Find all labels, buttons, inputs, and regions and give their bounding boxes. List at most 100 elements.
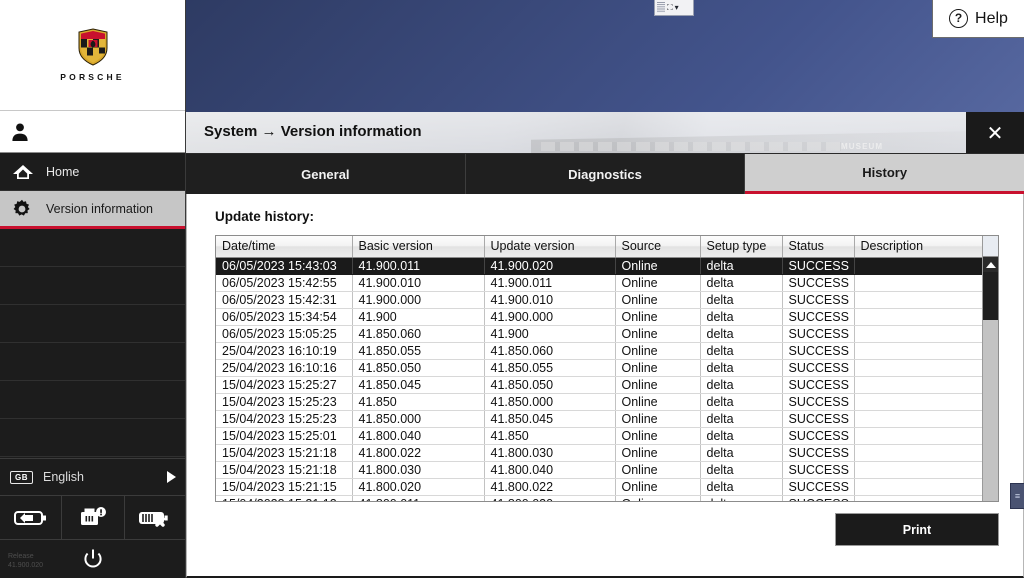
power-button[interactable] bbox=[0, 540, 186, 578]
table-row[interactable]: 06/05/2023 15:43:0341.900.01141.900.020O… bbox=[216, 257, 984, 274]
table-column-header[interactable]: Status bbox=[782, 236, 854, 257]
sidebar-blank-row bbox=[0, 343, 185, 381]
table-cell: 41.850 bbox=[352, 393, 484, 410]
table-row[interactable]: 15/04/2023 15:25:2341.85041.850.000Onlin… bbox=[216, 393, 984, 410]
tab-diagnostics[interactable]: Diagnostics bbox=[466, 154, 746, 194]
table-cell: 41.850.060 bbox=[352, 325, 484, 342]
country-code-badge: GB bbox=[10, 471, 33, 484]
table-row[interactable]: 15/04/2023 15:25:2741.850.04541.850.050O… bbox=[216, 376, 984, 393]
sidebar: PORSCHE Home Ve bbox=[0, 0, 186, 578]
table-cell: 41.900.011 bbox=[484, 274, 615, 291]
edge-tab-handle[interactable]: ≡ bbox=[1010, 483, 1024, 509]
scroll-up-button[interactable] bbox=[983, 257, 998, 272]
table-row[interactable]: 15/04/2023 15:21:1241.800.01141.800.020O… bbox=[216, 495, 984, 502]
close-icon[interactable]: ✕ bbox=[966, 112, 1024, 154]
sidebar-item-home-label: Home bbox=[46, 165, 79, 179]
screen: ⛶ ▾ ? Help ≡ PORSCHE bbox=[0, 0, 1024, 578]
table-row[interactable]: 06/05/2023 15:42:3141.900.00041.900.010O… bbox=[216, 291, 984, 308]
table-column-header[interactable]: Description bbox=[854, 236, 984, 257]
battery-status-icon bbox=[14, 509, 48, 527]
application-window: MUSEUM System → Version information ✕ Ge… bbox=[186, 112, 1024, 578]
sidebar-item-version-information-label: Version information bbox=[46, 202, 153, 216]
table-header-row: Date/timeBasic versionUpdate versionSour… bbox=[216, 236, 984, 257]
expand-icon[interactable]: ⛶ bbox=[667, 4, 673, 12]
network-status-button[interactable] bbox=[62, 496, 124, 539]
sidebar-blank-row bbox=[0, 381, 185, 419]
user-row[interactable] bbox=[0, 111, 185, 153]
scrollbar-thumb[interactable] bbox=[983, 272, 998, 320]
table-cell: 06/05/2023 15:42:55 bbox=[216, 274, 352, 291]
battery-disconnected-button[interactable] bbox=[125, 496, 186, 539]
update-history-table-container[interactable]: Date/timeBasic versionUpdate versionSour… bbox=[215, 235, 999, 502]
sidebar-item-version-information[interactable]: Version information bbox=[0, 191, 185, 229]
table-cell bbox=[854, 410, 984, 427]
table-row[interactable]: 15/04/2023 15:25:2341.850.00041.850.045O… bbox=[216, 410, 984, 427]
table-cell: Online bbox=[615, 393, 700, 410]
table-cell bbox=[854, 325, 984, 342]
table-cell: SUCCESS bbox=[782, 291, 854, 308]
table-cell: 41.850.050 bbox=[484, 376, 615, 393]
table-cell: Online bbox=[615, 342, 700, 359]
table-cell: 41.900.000 bbox=[484, 308, 615, 325]
help-button[interactable]: ? Help bbox=[932, 0, 1024, 38]
table-cell: 41.800.030 bbox=[484, 444, 615, 461]
tab-history[interactable]: History bbox=[745, 154, 1024, 194]
battery-status-button[interactable] bbox=[0, 496, 62, 539]
table-cell: Online bbox=[615, 495, 700, 502]
floating-toolbar[interactable]: ⛶ ▾ bbox=[654, 0, 694, 16]
table-cell: 41.800.011 bbox=[352, 495, 484, 502]
table-cell: 41.900.011 bbox=[352, 257, 484, 274]
table-row[interactable]: 06/05/2023 15:34:5441.90041.900.000Onlin… bbox=[216, 308, 984, 325]
chevron-down-icon[interactable]: ▾ bbox=[675, 4, 679, 12]
gear-icon bbox=[12, 199, 38, 219]
table-row[interactable]: 06/05/2023 15:05:2541.850.06041.900Onlin… bbox=[216, 325, 984, 342]
table-row[interactable]: 15/04/2023 15:21:1841.800.03041.800.040O… bbox=[216, 461, 984, 478]
table-cell: Online bbox=[615, 376, 700, 393]
question-circle-icon: ? bbox=[949, 9, 968, 28]
table-row[interactable]: 06/05/2023 15:42:5541.900.01041.900.011O… bbox=[216, 274, 984, 291]
table-column-header[interactable]: Setup type bbox=[700, 236, 782, 257]
table-cell bbox=[854, 495, 984, 502]
language-selector[interactable]: GB English bbox=[0, 458, 186, 496]
drag-handle-icon[interactable] bbox=[657, 2, 665, 13]
table-cell: SUCCESS bbox=[782, 427, 854, 444]
table-cell: Online bbox=[615, 257, 700, 274]
table-scrollbar[interactable] bbox=[982, 236, 998, 501]
table-row[interactable]: 15/04/2023 15:21:1841.800.02241.800.030O… bbox=[216, 444, 984, 461]
table-cell: Online bbox=[615, 478, 700, 495]
tab-general[interactable]: General bbox=[186, 154, 466, 194]
titlebar-windows bbox=[541, 142, 841, 151]
brand-wordmark: PORSCHE bbox=[60, 72, 124, 82]
table-column-header[interactable]: Basic version bbox=[352, 236, 484, 257]
table-column-header[interactable]: Source bbox=[615, 236, 700, 257]
table-cell: 15/04/2023 15:25:23 bbox=[216, 393, 352, 410]
table-column-header[interactable]: Update version bbox=[484, 236, 615, 257]
scrollbar-track[interactable] bbox=[983, 320, 998, 502]
sidebar-blank-row bbox=[0, 419, 185, 457]
table-cell: SUCCESS bbox=[782, 478, 854, 495]
table-cell: 15/04/2023 15:21:18 bbox=[216, 444, 352, 461]
table-cell bbox=[854, 359, 984, 376]
print-button[interactable]: Print bbox=[835, 513, 999, 546]
table-cell: delta bbox=[700, 427, 782, 444]
table-cell: 41.850.045 bbox=[484, 410, 615, 427]
table-cell: delta bbox=[700, 291, 782, 308]
table-cell bbox=[854, 342, 984, 359]
table-row[interactable]: 15/04/2023 15:21:1541.800.02041.800.022O… bbox=[216, 478, 984, 495]
table-cell: 41.850.045 bbox=[352, 376, 484, 393]
table-cell: 06/05/2023 15:42:31 bbox=[216, 291, 352, 308]
table-cell: Online bbox=[615, 308, 700, 325]
table-row[interactable]: 25/04/2023 16:10:1941.850.05541.850.060O… bbox=[216, 342, 984, 359]
table-cell: Online bbox=[615, 274, 700, 291]
table-cell: SUCCESS bbox=[782, 376, 854, 393]
table-cell: SUCCESS bbox=[782, 325, 854, 342]
table-row[interactable]: 15/04/2023 15:25:0141.800.04041.850Onlin… bbox=[216, 427, 984, 444]
sidebar-item-home[interactable]: Home bbox=[0, 153, 185, 191]
table-cell: SUCCESS bbox=[782, 257, 854, 274]
chevron-right-icon[interactable] bbox=[167, 471, 176, 483]
table-column-header[interactable]: Date/time bbox=[216, 236, 352, 257]
table-cell bbox=[854, 444, 984, 461]
table-cell: 41.850.050 bbox=[352, 359, 484, 376]
table-row[interactable]: 25/04/2023 16:10:1641.850.05041.850.055O… bbox=[216, 359, 984, 376]
sidebar-blank-row bbox=[0, 229, 185, 267]
